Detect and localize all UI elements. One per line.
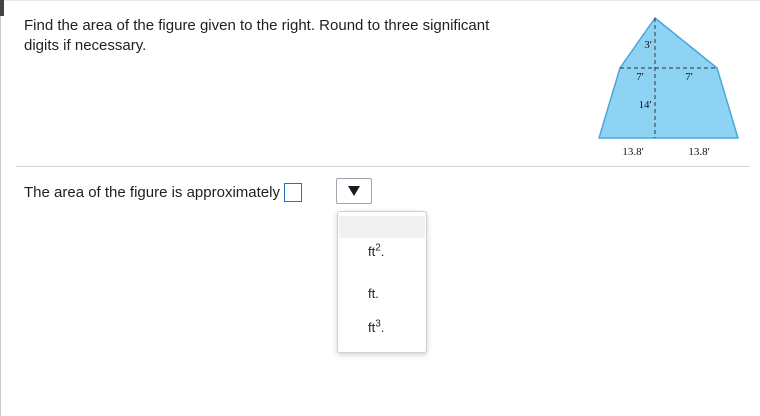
top-border: [0, 0, 760, 1]
left-marker: [0, 0, 4, 16]
question-line-2: digits if necessary.: [24, 37, 147, 54]
answer-row: The area of the figure is approximately: [24, 181, 302, 203]
dropdown-highlight: [339, 216, 425, 238]
unit-option-ft-base: ft.: [368, 286, 379, 301]
section-divider: [16, 166, 750, 167]
unit-dropdown-menu: ft2. ft. ft3.: [337, 211, 427, 353]
label-top-height: 3': [644, 39, 652, 51]
figure-shape: [597, 16, 740, 139]
answer-prompt: The area of the figure is approximately: [24, 183, 280, 201]
unit-dropdown-toggle[interactable]: [336, 178, 372, 204]
question-line-1: Find the area of the figure given to the…: [24, 17, 490, 34]
label-trap-height: 14': [639, 99, 652, 111]
area-answer-input[interactable]: [283, 182, 302, 202]
unit-option-ft2-suffix: .: [380, 244, 385, 259]
label-slant-left: 13.8': [622, 146, 643, 158]
unit-option-ft2[interactable]: ft2.: [368, 243, 385, 259]
unit-option-ft3-suffix: .: [380, 320, 385, 335]
left-border: [0, 0, 1, 416]
unit-option-ft[interactable]: ft.: [368, 286, 379, 301]
question-text: Find the area of the figure given to the…: [24, 16, 544, 56]
label-half-width-right: 7': [685, 71, 693, 83]
label-half-width-left: 7': [636, 71, 644, 83]
composite-figure: 3' 7' 7' 14' 13.8' 13.8': [597, 16, 740, 158]
label-slant-right: 13.8': [688, 146, 709, 158]
dropdown-triangle-icon: [348, 186, 360, 196]
unit-option-ft3[interactable]: ft3.: [368, 319, 385, 335]
